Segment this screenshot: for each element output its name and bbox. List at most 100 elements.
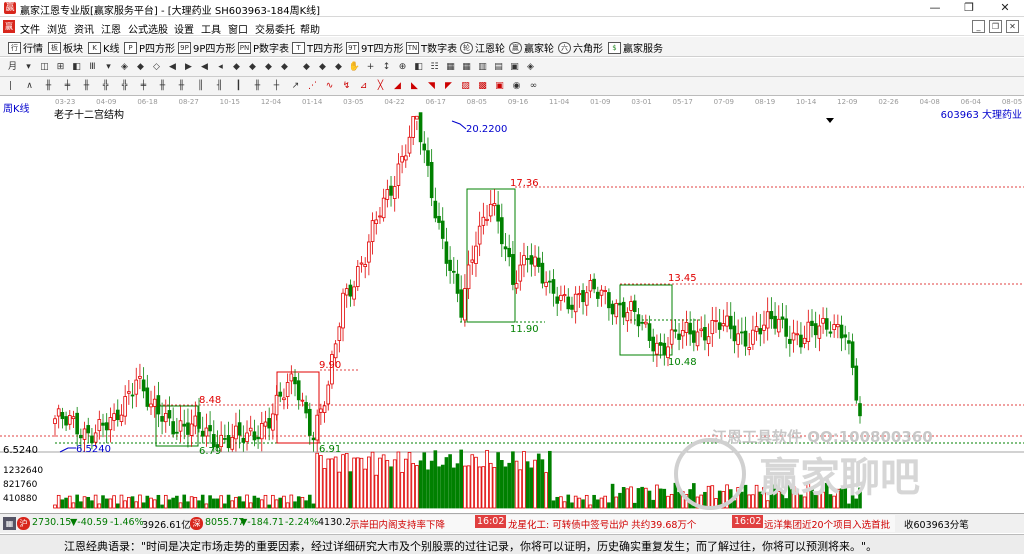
line-tool-7-icon[interactable]: ╬ (118, 80, 131, 93)
dropdown-arrow-icon[interactable] (826, 118, 834, 123)
dropdown-icon[interactable]: ▾ (102, 61, 115, 74)
line-tool-27-icon[interactable]: ▩ (476, 80, 489, 93)
print-icon[interactable]: ▤ (492, 61, 505, 74)
line-tool-17-icon[interactable]: ⋰ (306, 80, 319, 93)
grid-icon[interactable]: ◫ (38, 61, 51, 74)
line-tool-24-icon[interactable]: ◥ (425, 80, 438, 93)
draw6-icon[interactable]: ◆ (316, 61, 329, 74)
last-icon[interactable]: ▶ (182, 61, 195, 74)
draw5-icon[interactable]: ◆ (300, 61, 313, 74)
line-tool-15-icon[interactable]: ┼ (270, 80, 283, 93)
menu-gann[interactable]: 江恩 (101, 21, 121, 36)
line-tool-28-icon[interactable]: ▣ (493, 80, 506, 93)
line-tool-21-icon[interactable]: ╳ (374, 80, 387, 93)
draw3-icon[interactable]: ◆ (262, 61, 275, 74)
kline-chart[interactable]: 03-23 04-09 06-18 08-27 10-15 12-04 01-14 03-05… (0, 96, 1024, 512)
save-icon[interactable]: ▥ (476, 61, 489, 74)
9p-square-button[interactable]: 9P 9P四方形 (178, 40, 235, 55)
news-item-2[interactable]: 龙星化工: 可转债中签号出炉 共约39.68万个 (508, 517, 696, 531)
layout-icon[interactable]: ⊞ (54, 61, 67, 74)
draw7-icon[interactable]: ◆ (332, 61, 345, 74)
news-item-3[interactable]: 远洋集团近20个项目入选首批 (764, 517, 890, 531)
p-square-button[interactable]: P P四方形 (124, 40, 175, 55)
crosshair-icon[interactable]: + (364, 61, 377, 74)
line-tool-26-icon[interactable]: ▨ (459, 80, 472, 93)
close-button[interactable]: ✕ (988, 0, 1022, 16)
period-dropdown-icon[interactable]: ▾ (22, 61, 35, 74)
menu-window[interactable]: 窗口 (228, 21, 248, 36)
winner-wheel-button[interactable]: 赢赢家轮 (509, 40, 554, 55)
t-number-table-button[interactable]: TN T数字表 (406, 40, 457, 55)
panel-icon[interactable]: ◧ (70, 61, 83, 74)
t-square-button[interactable]: T T四方形 (292, 40, 343, 55)
back-icon[interactable]: ◂ (214, 61, 227, 74)
line-tool-4-icon[interactable]: ╪ (61, 80, 74, 93)
kline-button[interactable]: K K线 (88, 40, 120, 55)
bars-icon[interactable]: Ⅲ (86, 61, 99, 74)
line-tool-8-icon[interactable]: ╪ (137, 80, 150, 93)
menu-tools[interactable]: 工具 (201, 21, 221, 36)
candle-body (422, 143, 427, 151)
minimize-button[interactable]: — (918, 0, 952, 16)
sectors-button[interactable]: 板板块 (48, 40, 83, 55)
news-ticker[interactable]: 示岸田内阁支持率下降 16:02 龙星化工: 可转债中签号出炉 共约39.68万… (350, 515, 895, 532)
restore-button[interactable]: ❐ (952, 0, 986, 16)
line-tool-10-icon[interactable]: ╫ (175, 80, 188, 93)
menu-help[interactable]: 帮助 (300, 21, 320, 36)
menu-trade[interactable]: 交易委托 (255, 21, 295, 36)
line-tool-20-icon[interactable]: ⊿ (357, 80, 370, 93)
calc2-icon[interactable]: ▦ (460, 61, 473, 74)
menu-news[interactable]: 资讯 (74, 21, 94, 36)
line-tool-3-icon[interactable]: ╫ (42, 80, 55, 93)
first-icon[interactable]: ◀ (166, 61, 179, 74)
line-tool-30-icon[interactable]: ∞ (527, 80, 540, 93)
line-tool-9-icon[interactable]: ╫ (156, 80, 169, 93)
export-icon[interactable]: ▣ (508, 61, 521, 74)
line-tool-29-icon[interactable]: ◉ (510, 80, 523, 93)
line-tool-18-icon[interactable]: ∿ (323, 80, 336, 93)
line-tool-6-icon[interactable]: ╬ (99, 80, 112, 93)
panel2-icon[interactable]: ◧ (412, 61, 425, 74)
menu-browse[interactable]: 浏览 (47, 21, 67, 36)
menu-settings[interactable]: 设置 (174, 21, 194, 36)
status-menu-icon[interactable]: ▦ (3, 517, 16, 530)
draw1-icon[interactable]: ◆ (230, 61, 243, 74)
line-tool-1-icon[interactable]: | (4, 80, 17, 93)
line-tool-12-icon[interactable]: ╢ (213, 80, 226, 93)
zoom-icon[interactable]: ↕ (380, 61, 393, 74)
hand-icon[interactable]: ✋ (348, 61, 361, 74)
hexagon-button[interactable]: 六六角形 (558, 40, 603, 55)
line-tool-19-icon[interactable]: ↯ (340, 80, 353, 93)
table-icon[interactable]: ☷ (428, 61, 441, 74)
winner-service-button[interactable]: $ 赢家服务 (608, 40, 663, 55)
menu-formula[interactable]: 公式选股 (128, 21, 168, 36)
line-tool-13-icon[interactable]: ┃ (232, 80, 245, 93)
mdi-restore-button[interactable]: ❐ (989, 20, 1002, 33)
tool-icon[interactable]: ◈ (524, 61, 537, 74)
line-tool-22-icon[interactable]: ◢ (391, 80, 404, 93)
9t-square-button[interactable]: 9T 9T四方形 (346, 40, 403, 55)
draw4-icon[interactable]: ◆ (278, 61, 291, 74)
mdi-minimize-button[interactable]: _ (972, 20, 985, 33)
line-tool-14-icon[interactable]: ╫ (251, 80, 264, 93)
news-item-1[interactable]: 示岸田内阁支持率下降 (350, 517, 445, 531)
mdi-close-button[interactable]: ✕ (1006, 20, 1019, 33)
shape-icon[interactable]: ◆ (134, 61, 147, 74)
quotes-button[interactable]: 行行情 (8, 40, 43, 55)
prev-icon[interactable]: ◀ (198, 61, 211, 74)
period-icon[interactable]: 月 (6, 61, 19, 74)
magnify-icon[interactable]: ⊕ (396, 61, 409, 74)
line-tool-25-icon[interactable]: ◤ (442, 80, 455, 93)
draw2-icon[interactable]: ◆ (246, 61, 259, 74)
line-tool-16-icon[interactable]: ↗ (289, 80, 302, 93)
gann-wheel-button[interactable]: 轮江恩轮 (460, 40, 505, 55)
line-tool-5-icon[interactable]: ╫ (80, 80, 93, 93)
indicator-icon[interactable]: ◈ (118, 61, 131, 74)
line-tool-23-icon[interactable]: ◣ (408, 80, 421, 93)
p-number-table-button[interactable]: PN P数字表 (238, 40, 289, 55)
menu-file[interactable]: 文件 (20, 21, 40, 36)
shape2-icon[interactable]: ◇ (150, 61, 163, 74)
calc-icon[interactable]: ▦ (444, 61, 457, 74)
line-tool-11-icon[interactable]: ║ (194, 80, 207, 93)
line-tool-2-icon[interactable]: ∧ (23, 80, 36, 93)
